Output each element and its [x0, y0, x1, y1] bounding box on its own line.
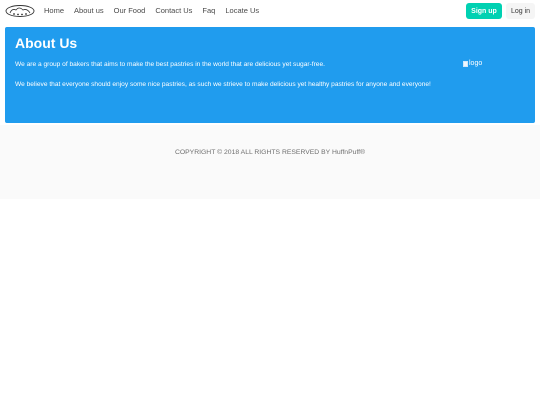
nav-link-contact-us[interactable]: Contact Us [155, 6, 192, 15]
nav-link-about-us[interactable]: About us [74, 6, 104, 15]
about-paragraph-1: We are a group of bakers that aims to ma… [15, 61, 325, 68]
nav-link-faq[interactable]: Faq [202, 6, 215, 15]
login-button[interactable]: Log in [506, 3, 535, 19]
nav-link-locate-us[interactable]: Locate Us [225, 6, 259, 15]
copyright-text: COPYRIGHT © 2018 ALL RIGHTS RESERVED BY … [174, 149, 366, 156]
about-hero: About Us We are a group of bakers that a… [5, 27, 535, 123]
footer: COPYRIGHT © 2018 ALL RIGHTS RESERVED BY … [0, 125, 540, 199]
nav-links: Home About us Our Food Contact Us Faq Lo… [44, 6, 269, 15]
signup-button[interactable]: Sign up [466, 3, 502, 19]
page-title: About Us [15, 35, 78, 51]
navbar: Home About us Our Food Contact Us Faq Lo… [0, 0, 540, 22]
logo-image: logo [463, 60, 482, 67]
nav-link-home[interactable]: Home [44, 6, 64, 15]
broken-image-icon [463, 60, 468, 67]
nav-link-our-food[interactable]: Our Food [114, 6, 146, 15]
chef-hat-logo-icon[interactable] [4, 4, 36, 18]
logo-image-alt: logo [469, 60, 483, 67]
about-paragraph-2: We believe that everyone should enjoy so… [15, 81, 431, 88]
